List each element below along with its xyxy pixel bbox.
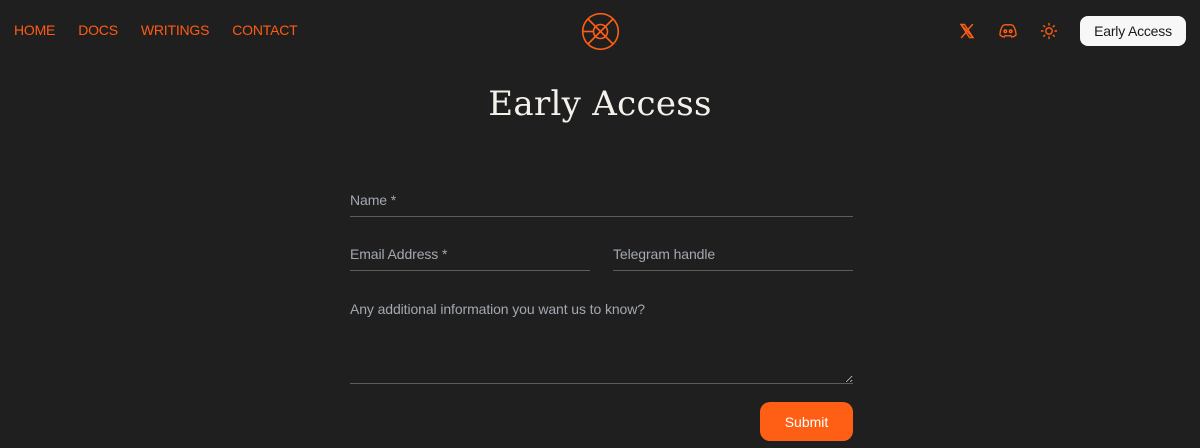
email-field[interactable] bbox=[350, 243, 590, 271]
x-twitter-icon[interactable] bbox=[955, 19, 979, 43]
sun-theme-icon[interactable] bbox=[1037, 19, 1061, 43]
nav-link-home[interactable]: HOME bbox=[14, 22, 55, 38]
main-nav: HOME DOCS WRITINGS CONTACT bbox=[14, 22, 298, 38]
early-access-button[interactable]: Early Access bbox=[1080, 16, 1186, 46]
discord-icon[interactable] bbox=[996, 19, 1020, 43]
nav-link-writings[interactable]: WRITINGS bbox=[141, 22, 210, 38]
name-field[interactable] bbox=[350, 190, 853, 217]
nav-link-docs[interactable]: DOCS bbox=[78, 22, 118, 38]
early-access-page: HOME DOCS WRITINGS CONTACT Early Access … bbox=[0, 0, 1200, 448]
page-title: Early Access bbox=[488, 84, 712, 124]
submit-button[interactable]: Submit bbox=[760, 402, 853, 441]
telegram-handle-field[interactable] bbox=[613, 243, 853, 271]
additional-info-textarea[interactable] bbox=[350, 298, 853, 384]
nav-link-contact[interactable]: CONTACT bbox=[232, 22, 297, 38]
header-actions: Early Access bbox=[955, 16, 1186, 46]
orbit-logo-icon[interactable] bbox=[581, 12, 620, 51]
